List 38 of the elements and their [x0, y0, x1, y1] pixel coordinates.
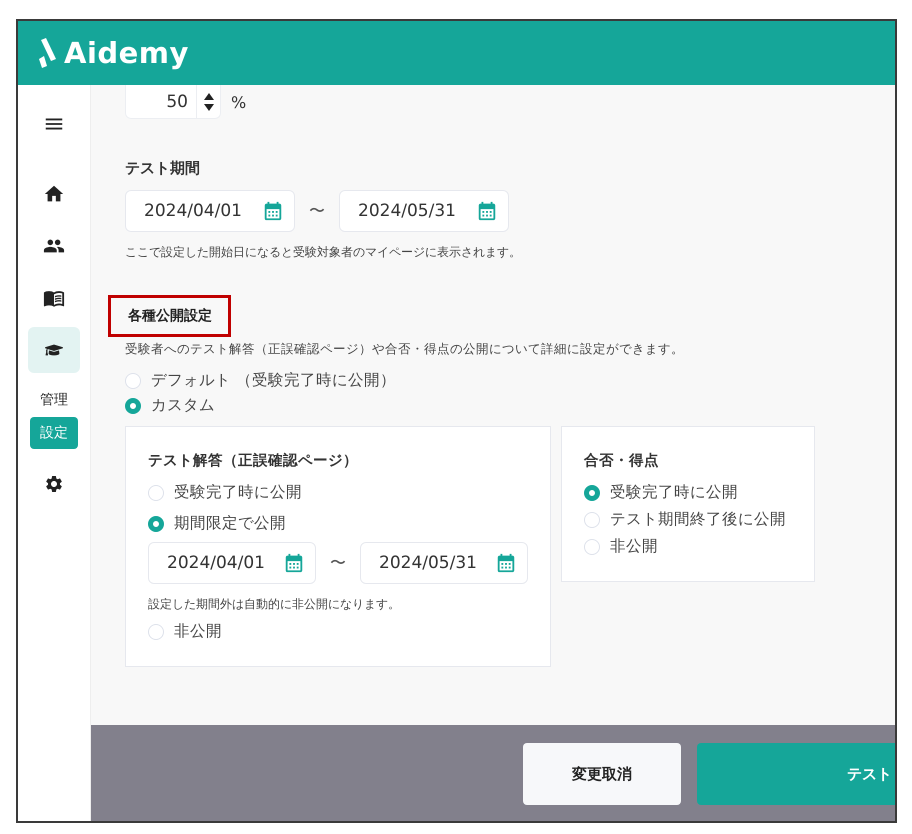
increment-icon[interactable] — [204, 92, 214, 100]
radio-label: テスト期間終了後に公開 — [610, 509, 786, 530]
number-field[interactable]: 50 — [125, 85, 221, 119]
radio-label: 非公開 — [610, 536, 658, 557]
sidebar-item[interactable] — [28, 327, 80, 373]
radio-button[interactable] — [125, 398, 141, 414]
section-label: テスト期間 — [125, 159, 201, 178]
date-field[interactable]: 2024/05/31 — [339, 190, 509, 232]
decrement-icon[interactable] — [204, 104, 214, 110]
card-title: テスト解答（正誤確認ページ） — [148, 452, 359, 470]
calendar-icon[interactable] — [476, 200, 498, 222]
calendar-icon[interactable] — [262, 200, 284, 222]
date-field[interactable]: 2024/04/01 — [125, 190, 295, 232]
section-heading: 各種公開設定 — [108, 295, 231, 337]
calendar-icon[interactable] — [283, 552, 305, 574]
radio-button[interactable] — [148, 516, 164, 532]
radio-label: 受験完了時に公開 — [174, 482, 302, 503]
range-separator: 〜 — [330, 552, 346, 574]
date-field[interactable]: 2024/04/01 — [148, 542, 316, 584]
range-separator: 〜 — [309, 200, 325, 222]
settings-icon — [44, 474, 64, 494]
sidebar-section-label: 管理 — [40, 391, 68, 409]
help-text: ここで設定した開始日になると受験対象者のマイページに表示されます。 — [125, 244, 522, 261]
calendar-icon[interactable] — [495, 552, 517, 574]
cancel-button[interactable]: 変更取消 — [523, 743, 681, 805]
radio-label: カスタム — [151, 395, 215, 416]
radio-label: 期間限定で公開 — [174, 513, 286, 534]
unit-label: % — [231, 92, 246, 112]
card-title: 合否・得点 — [584, 452, 660, 470]
radio-label: デフォルト （受験完了時に公開） — [151, 370, 396, 391]
section-description: 受験者へのテスト解答（正誤確認ページ）や合否・得点の公開について詳細に設定ができます。 — [125, 341, 685, 358]
radio-label: 非公開 — [174, 621, 222, 642]
date-field[interactable]: 2024/05/31 — [360, 542, 528, 584]
radio-label: 受験完了時に公開 — [610, 482, 738, 503]
logo-icon — [38, 37, 58, 69]
help-text: 設定した期間外は自動的に非公開になります。 — [148, 596, 401, 613]
radio-button[interactable] — [584, 484, 600, 500]
logo: Aidemy — [64, 36, 189, 70]
